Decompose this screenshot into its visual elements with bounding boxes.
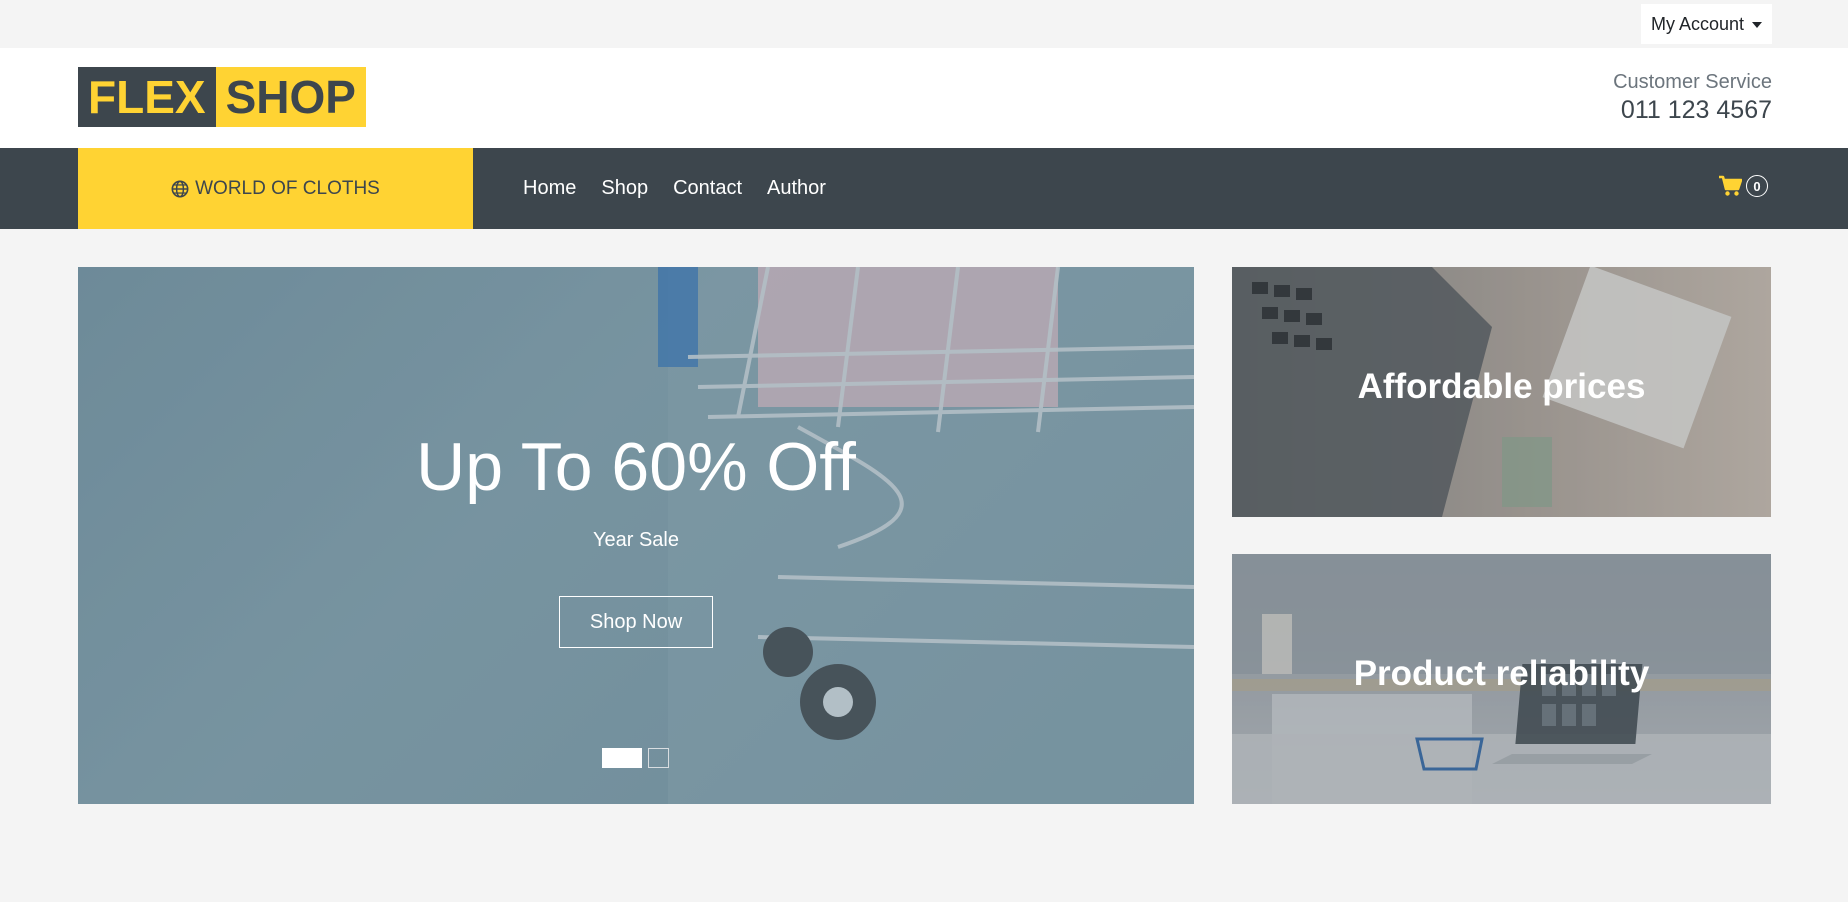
customer-service: Customer Service 011 123 4567 — [1613, 70, 1772, 126]
globe-icon — [171, 180, 189, 197]
promo-card-reliability[interactable]: Product reliability — [1232, 554, 1771, 804]
carousel-indicators — [602, 748, 669, 768]
caret-down-icon — [1752, 22, 1763, 28]
hero-carousel: Up To 60% Off Year Sale Shop Now — [78, 267, 1194, 804]
my-account-label: My Account — [1650, 13, 1745, 34]
customer-service-phone: 011 123 4567 — [1620, 96, 1772, 124]
hero-subtitle: Year Sale — [593, 529, 679, 551]
nav-link-home[interactable]: Home — [523, 177, 576, 200]
nav-link-shop[interactable]: Shop — [601, 177, 648, 200]
site-header: FLEX SHOP Customer Service 011 123 4567 — [0, 48, 1848, 148]
shopping-cart-icon — [1719, 175, 1742, 196]
nav-link-contact[interactable]: Contact — [673, 177, 742, 200]
logo-text-flex: FLEX — [78, 67, 216, 127]
categories-button[interactable]: WORLD OF CLOTHS — [78, 148, 473, 229]
top-bar: My Account — [0, 0, 1848, 48]
site-logo[interactable]: FLEX SHOP — [78, 67, 366, 127]
promo-label-reliability: Product reliability — [1353, 654, 1650, 693]
cart-button[interactable]: 0 — [1718, 175, 1768, 197]
cart-count-badge: 0 — [1746, 175, 1768, 197]
shop-now-button[interactable]: Shop Now — [559, 596, 713, 648]
categories-label: WORLD OF CLOTHS — [195, 177, 380, 199]
carousel-indicator-1[interactable] — [602, 748, 642, 768]
main-navbar: WORLD OF CLOTHS Home Shop Contact Author… — [0, 148, 1848, 229]
hero-content: Up To 60% Off Year Sale Shop Now — [78, 267, 1194, 804]
carousel-indicator-2[interactable] — [648, 748, 669, 768]
nav-link-author[interactable]: Author — [767, 177, 826, 200]
customer-service-label: Customer Service — [1613, 71, 1772, 93]
hero-title: Up To 60% Off — [416, 429, 856, 505]
logo-text-shop: SHOP — [215, 67, 366, 127]
nav-links: Home Shop Contact Author — [523, 148, 826, 229]
promo-card-affordable[interactable]: Affordable prices — [1232, 267, 1771, 517]
my-account-dropdown[interactable]: My Account — [1641, 4, 1772, 44]
promo-label-affordable: Affordable prices — [1357, 367, 1646, 406]
